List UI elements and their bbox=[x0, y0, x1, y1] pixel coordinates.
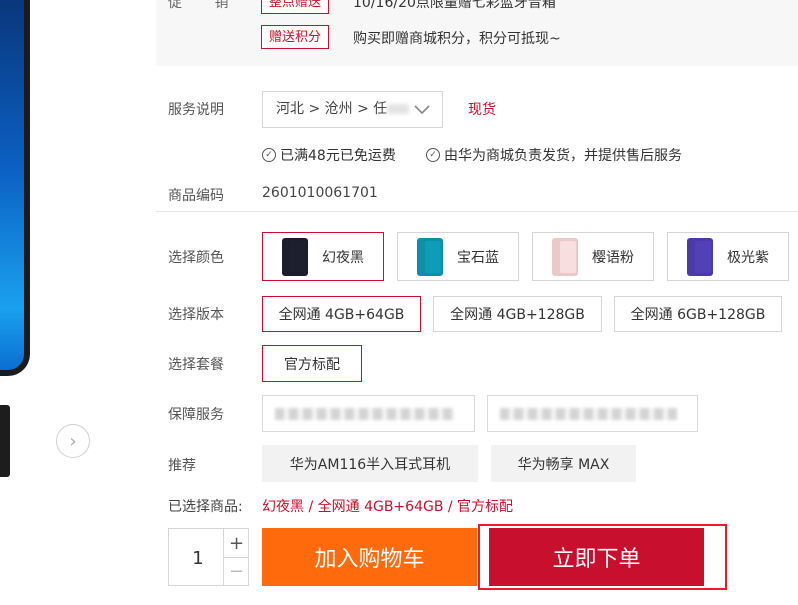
recommend-item-phone[interactable]: 华为畅享 MAX bbox=[491, 445, 636, 482]
version-option-6-128[interactable]: 全网通 6GB+128GB bbox=[614, 296, 782, 332]
region-value: 河北 > 沧州 > 任 bbox=[276, 101, 388, 117]
stock-status: 现货 bbox=[468, 102, 496, 118]
color-name: 樱语粉 bbox=[592, 249, 634, 266]
package-label: 选择套餐 bbox=[168, 357, 224, 373]
product-code-value: 2601010061701 bbox=[262, 185, 378, 201]
free-shipping-note: ✓ 已满48元已免运费 bbox=[262, 145, 396, 165]
color-swatch bbox=[687, 237, 713, 276]
promo-text: 购买即赠商城积分，积分可抵现~ bbox=[353, 31, 561, 47]
version-label: 选择版本 bbox=[168, 307, 224, 323]
color-name: 宝石蓝 bbox=[457, 249, 499, 266]
buy-now-button[interactable]: 立即下单 bbox=[489, 528, 704, 586]
recommend-label: 推荐 bbox=[168, 458, 196, 474]
color-swatch bbox=[282, 237, 308, 276]
chevron-down-icon bbox=[414, 105, 430, 115]
promo-text: 10/16/20点限量赠七彩蓝牙音箱 bbox=[353, 0, 556, 11]
color-option-purple[interactable]: 极光紫 bbox=[667, 232, 789, 281]
promo-tag: 整点赠送 bbox=[261, 0, 330, 14]
region-select[interactable]: 河北 > 沧州 > 任 bbox=[262, 91, 443, 128]
promo-tag: 赠送积分 bbox=[261, 25, 330, 49]
check-circle-icon: ✓ bbox=[426, 148, 440, 162]
color-option-black[interactable]: 幻夜黑 bbox=[262, 232, 384, 281]
add-to-cart-button[interactable]: 加入购物车 bbox=[262, 528, 477, 586]
gallery-next-button[interactable]: › bbox=[56, 424, 90, 458]
version-option-4-128[interactable]: 全网通 4GB+128GB bbox=[433, 296, 602, 332]
decrease-button[interactable]: − bbox=[223, 557, 249, 585]
selected-value: 幻夜黑 / 全网通 4GB+64GB / 官方标配 bbox=[262, 499, 514, 515]
quantity-input[interactable] bbox=[169, 529, 227, 587]
chevron-right-icon: › bbox=[69, 430, 77, 452]
shipping-service-note: ✓ 由华为商城负责发货，并提供售后服务 bbox=[426, 145, 682, 165]
product-thumbnail[interactable] bbox=[0, 405, 10, 477]
version-option-4-64[interactable]: 全网通 4GB+64GB bbox=[262, 296, 421, 332]
recommend-item-earphones[interactable]: 华为AM116半入耳式耳机 bbox=[262, 445, 478, 482]
warranty-option[interactable] bbox=[262, 395, 475, 432]
warranty-option[interactable] bbox=[487, 395, 698, 432]
color-swatch bbox=[417, 237, 443, 276]
promotion-panel: 促 销 整点赠送 10/16/20点限量赠七彩蓝牙音箱 赠送积分 购买即赠商城积… bbox=[156, 0, 798, 66]
color-swatch bbox=[552, 237, 578, 276]
increase-button[interactable]: + bbox=[223, 529, 249, 558]
package-option-standard[interactable]: 官方标配 bbox=[262, 345, 362, 382]
color-name: 极光紫 bbox=[727, 249, 769, 266]
selected-label: 已选择商品: bbox=[168, 499, 243, 515]
product-image bbox=[0, 0, 30, 376]
promo-label: 促 销 bbox=[168, 0, 243, 11]
color-option-pink[interactable]: 樱语粉 bbox=[532, 232, 654, 281]
quantity-stepper: + − bbox=[168, 528, 249, 587]
divider bbox=[156, 211, 798, 212]
product-code-label: 商品编码 bbox=[168, 188, 224, 204]
color-option-blue[interactable]: 宝石蓝 bbox=[397, 232, 519, 281]
color-label: 选择颜色 bbox=[168, 250, 224, 266]
warranty-label: 保障服务 bbox=[168, 407, 224, 423]
note-text: 已满48元已免运费 bbox=[280, 148, 396, 164]
note-text: 由华为商城负责发货，并提供售后服务 bbox=[444, 148, 682, 164]
service-label: 服务说明 bbox=[168, 102, 224, 118]
check-circle-icon: ✓ bbox=[262, 148, 276, 162]
color-name: 幻夜黑 bbox=[322, 249, 364, 266]
